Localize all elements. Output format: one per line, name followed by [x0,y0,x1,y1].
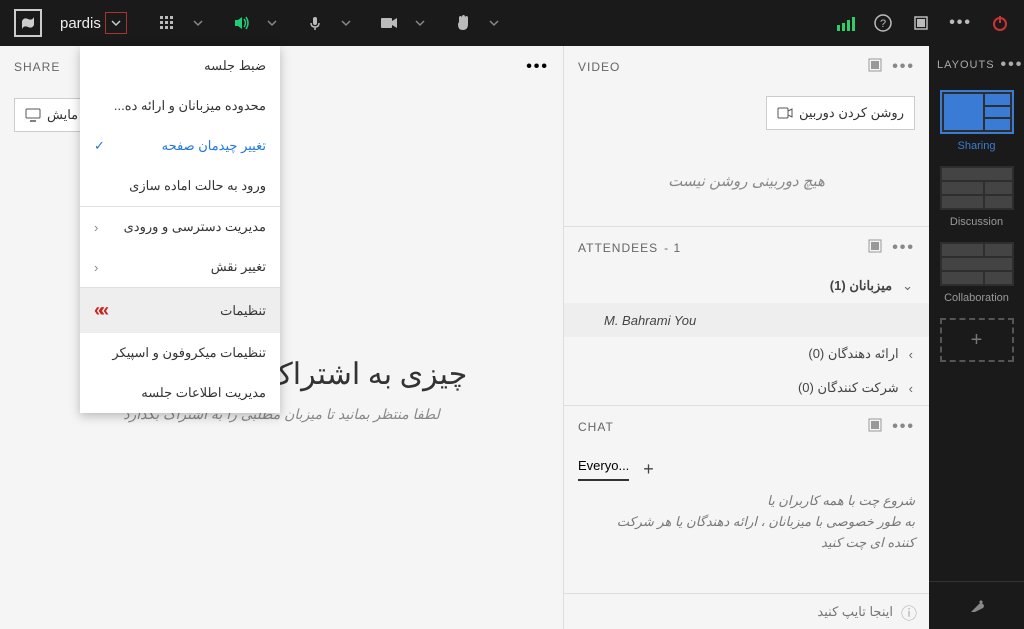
dd-host-presenter-area[interactable]: محدوده میزبانان و ارائه ده... [80,86,280,126]
layout-collaboration[interactable] [940,242,1014,286]
mic-icon[interactable] [305,13,325,33]
chevron-down-icon[interactable] [489,18,499,28]
share-title: SHARE [14,60,60,74]
video-empty-text: هیچ دوربینی روشن نیست [564,138,929,206]
chevron-right-icon: › [909,381,913,396]
dd-record[interactable]: ضبط جلسه [80,46,280,86]
speaker-icon[interactable] [231,13,251,33]
attendees-options-icon[interactable]: ••• [892,239,915,257]
layout-sharing[interactable] [940,90,1014,134]
chat-title: CHAT [578,420,614,434]
chat-options-icon[interactable]: ••• [892,418,915,436]
start-camera-button[interactable]: روشن کردن دوربین [766,96,915,130]
connection-bars-icon[interactable] [837,15,855,31]
app-logo [14,9,42,37]
video-pod: VIDEO ••• روشن کردن دوربین هیچ دوربینی ر… [564,46,929,227]
layout-tools-icon[interactable] [929,581,1024,629]
dd-meeting-info[interactable]: مدیریت اطلاعات جلسه [80,373,280,413]
attendee-person[interactable]: M. Bahrami You [564,303,929,337]
chat-input[interactable] [576,604,893,619]
share-options-icon[interactable]: ••• [526,58,549,76]
attendees-title: ATTENDEES [578,241,658,255]
room-menu-toggle[interactable] [105,12,127,34]
layout-discussion[interactable] [940,166,1014,210]
layout-label: Sharing [958,140,996,152]
add-layout-button[interactable]: + [940,318,1014,362]
attendee-group-presenters[interactable]: › ارائه دهندگان (0) [564,337,929,371]
chevron-down-icon: ⌄ [902,278,913,294]
maximize-icon[interactable] [868,418,882,436]
top-bar: pardis ? [0,0,1024,46]
dd-change-role[interactable]: تغییر نقش ‹ [80,247,280,287]
dd-prepare-mode[interactable]: ورود به حالت اماده سازی [80,166,280,206]
attendees-pod: ATTENDEES - 1 ••• ⌄ میزبانان (1) M. Bahr… [564,227,929,406]
chevron-right-icon: › [909,347,913,362]
room-name: pardis [60,15,101,32]
double-arrow-icon: »» [94,300,104,321]
layout-label: Discussion [950,216,1003,228]
check-icon: ✓ [94,138,105,154]
dd-mic-speaker[interactable]: تنظیمات میکروفون و اسپیکر [80,333,280,373]
monitor-icon [25,108,41,122]
chevron-left-icon: ‹ [94,220,98,235]
layout-label: Collaboration [944,292,1009,304]
chat-tab-everyone[interactable]: Everyo... [578,458,629,481]
chevron-down-icon[interactable] [415,18,425,28]
attendees-count: - 1 [664,241,681,255]
maximize-icon[interactable] [868,239,882,257]
layouts-options-icon[interactable]: ••• [1001,56,1024,74]
power-icon[interactable] [990,13,1010,33]
grid-apps-icon[interactable] [157,13,177,33]
video-options-icon[interactable]: ••• [892,58,915,76]
camera-icon[interactable] [379,13,399,33]
add-chat-tab-icon[interactable]: + [643,459,654,480]
chevron-down-icon[interactable] [341,18,351,28]
room-dropdown-menu: ضبط جلسه محدوده میزبانان و ارائه ده... ت… [80,46,280,413]
attendee-group-hosts[interactable]: ⌄ میزبانان (1) [564,269,929,303]
dd-settings[interactable]: تنظیمات »» [80,287,280,333]
chevron-down-icon[interactable] [267,18,277,28]
info-icon: ⓘ [901,600,917,624]
chat-pod: CHAT ••• Everyo... + شروع چت با همه کارب… [564,406,929,629]
chat-empty-text: شروع چت با همه کاربران یا به طور خصوصی ب… [564,481,929,593]
chevron-down-icon[interactable] [193,18,203,28]
chevron-left-icon: ‹ [94,260,98,275]
dd-change-layout[interactable]: تغییر چیدمان صفحه ✓ [80,126,280,166]
maximize-icon[interactable] [868,58,882,76]
layouts-title: LAYOUTS [937,59,995,71]
raise-hand-icon[interactable] [453,13,473,33]
share-pod: SHARE ••• مایش تخته سفید چیزی به اشتراک … [0,46,564,629]
svg-text:?: ? [880,18,886,30]
more-icon[interactable]: ••• [949,14,972,32]
share-screen-button[interactable]: مایش [14,98,89,132]
layouts-panel: LAYOUTS ••• Sharing Discussion Collabora… [929,46,1024,629]
fullscreen-icon[interactable] [911,13,931,33]
dd-manage-access[interactable]: مدیریت دسترسی و ورودی ‹ [80,206,280,247]
camera-icon [777,107,793,119]
video-title: VIDEO [578,60,620,74]
help-icon[interactable]: ? [873,13,893,33]
attendee-group-participants[interactable]: › شرکت کنندگان (0) [564,371,929,405]
